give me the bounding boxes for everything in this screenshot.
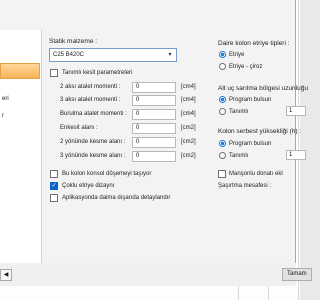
section-row-unit: [cm2] <box>181 139 196 145</box>
tie-type-option-label: Etriye <box>229 52 245 58</box>
tree-item-fragment[interactable]: r <box>2 113 4 119</box>
chevron-down-icon[interactable]: ▾ <box>165 50 175 60</box>
section-row-label: 2 aksı atalet momenti : <box>60 84 121 90</box>
section-row-input[interactable]: 0 <box>132 109 176 120</box>
section-row-input[interactable]: 0 <box>132 82 176 93</box>
tie-type-radio-etriye[interactable] <box>219 51 226 58</box>
free-height-option-label: Tanımlı <box>229 153 249 159</box>
free-height-radio-auto[interactable] <box>219 140 226 147</box>
section-row-unit: [cm2] <box>181 125 196 131</box>
section-row-input[interactable]: 0 <box>132 151 176 162</box>
always-outside-label: Aplikasyonda daima dışarıda detaylandır <box>62 195 171 201</box>
bottom-bar <box>0 263 296 286</box>
manson-label: Manşonlu donatı ekl <box>229 171 283 177</box>
dense-zone-option-label: Program bulsun <box>229 97 272 103</box>
material-select-value: C25 B420C <box>53 52 85 58</box>
section-row-unit: [cm2] <box>181 153 196 159</box>
section-row-label: Enkesit alanı : <box>60 125 98 131</box>
free-height-label: Kolon serbest yüksekliği (h) : <box>218 128 302 135</box>
dense-zone-radio-defined[interactable] <box>219 108 226 115</box>
section-row-input[interactable]: 0 <box>132 95 176 106</box>
tree-item-fragment[interactable]: eri <box>2 96 9 102</box>
shift-distance-label: Şaşırtma mesafesi : <box>218 183 272 189</box>
column-properties-dialog: eri r Statik malzeme : C25 B420C ▾ Tanım… <box>0 0 312 286</box>
always-outside-checkbox[interactable] <box>50 194 58 202</box>
free-height-stepper[interactable]: 1 <box>286 150 306 160</box>
console-slab-label: Bu kolon konsol döşemeyi taşıyor <box>62 171 152 177</box>
section-row-label: Burulma atalet momenti : <box>60 111 127 117</box>
multi-tie-checkbox[interactable]: ✓ <box>50 182 58 190</box>
tie-type-label: Daire kolon etriye tipleri : <box>218 40 290 47</box>
section-row-label: 3 yönünde kesme alanı : <box>60 153 126 159</box>
scroll-left-button[interactable]: ◀ <box>0 269 12 281</box>
dense-zone-stepper[interactable]: 1 <box>286 106 306 116</box>
tie-type-radio-ciroz[interactable] <box>219 63 226 70</box>
ok-button[interactable]: Tamam <box>282 268 312 281</box>
custom-section-label: Tanımlı kesit parametreleri <box>62 70 133 76</box>
free-height-option-label: Program bulsun <box>229 141 272 147</box>
section-row-input[interactable]: 0 <box>132 137 176 148</box>
custom-section-checkbox[interactable] <box>50 69 58 77</box>
section-row-unit: [cm4] <box>181 97 196 103</box>
tree-selected-item[interactable] <box>0 63 40 79</box>
section-row-unit: [cm4] <box>181 84 196 90</box>
dense-zone-option-label: Tanımlı <box>229 109 249 115</box>
material-label: Statik malzeme : <box>49 38 98 45</box>
section-row-label: 3 aksı atalet momenti : <box>60 97 121 103</box>
section-row-input[interactable]: 0 <box>132 123 176 134</box>
multi-tie-label: Çoklu etriye dizaynı <box>62 183 115 189</box>
dense-zone-label: Alt uç sarılma bölgesi uzunluğu <box>218 85 308 92</box>
free-height-radio-defined[interactable] <box>219 152 226 159</box>
console-slab-checkbox[interactable] <box>50 170 58 178</box>
manson-checkbox[interactable] <box>218 170 226 178</box>
dense-zone-radio-auto[interactable] <box>219 96 226 103</box>
section-row-unit: [cm4] <box>181 111 196 117</box>
material-select[interactable]: C25 B420C ▾ <box>49 48 177 62</box>
section-row-label: 2 yönünde kesme alanı : <box>60 139 126 145</box>
tie-type-option-label: Etriye - çiroz <box>229 64 263 70</box>
